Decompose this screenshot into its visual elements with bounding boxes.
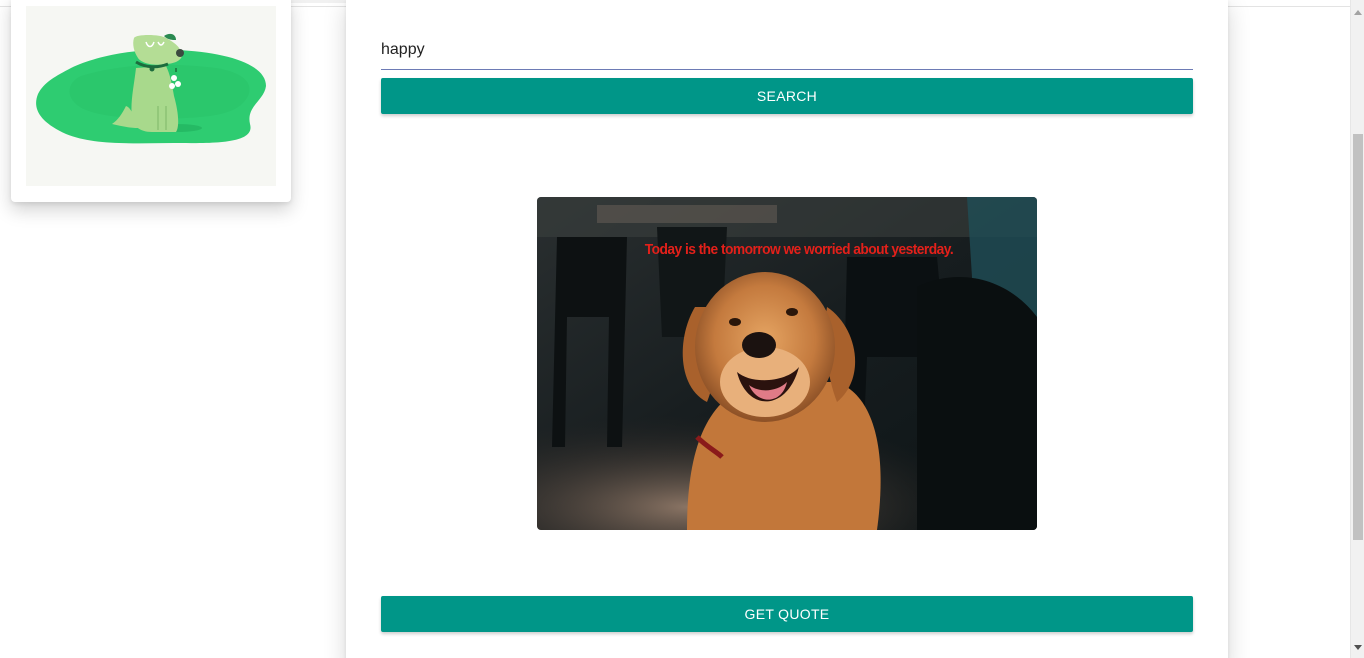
scroll-up-arrow-icon[interactable] bbox=[1354, 10, 1362, 15]
search-button-label: SEARCH bbox=[756, 88, 818, 104]
search-input[interactable] bbox=[381, 30, 1193, 70]
main-panel: SEARCH bbox=[346, 0, 1228, 658]
app-page: SEARCH bbox=[0, 0, 1364, 658]
scrollbar-thumb[interactable] bbox=[1353, 134, 1363, 540]
quote-text: Today is the tomorrow we worried about y… bbox=[644, 241, 954, 258]
scroll-down-arrow-icon[interactable] bbox=[1354, 645, 1362, 650]
page-scrollbar[interactable] bbox=[1350, 0, 1364, 658]
dog-illustration-icon bbox=[36, 33, 266, 144]
illustration-card bbox=[11, 0, 291, 202]
get-quote-button-label: GET QUOTE bbox=[744, 606, 830, 622]
get-quote-button[interactable]: GET QUOTE bbox=[381, 596, 1193, 632]
dog-photo: Today is the tomorrow we worried about y… bbox=[537, 197, 1037, 530]
search-button[interactable]: SEARCH bbox=[381, 78, 1193, 114]
dog-illustration bbox=[26, 6, 276, 186]
